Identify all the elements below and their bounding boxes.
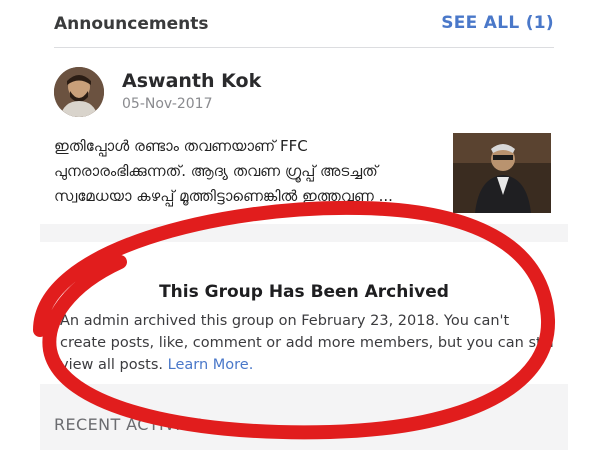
avatar[interactable]	[54, 67, 104, 117]
post-text-line: സ്വമേധയാ കഴപ്പ് മൂത്തിട്ടാണെങ്കിൽ ഇത്തവണ…	[54, 187, 393, 205]
post-text[interactable]: ഇതിപ്പോൾ രണ്ടാം തവണയാണ് FFC പുനരാരംഭിക്ക…	[54, 134, 449, 209]
app-screen: Announcements SEE ALL (1) Aswanth Kok 05…	[40, 0, 568, 450]
archive-notice-card: This Group Has Been Archived An admin ar…	[40, 242, 568, 384]
see-all-button[interactable]: SEE ALL (1)	[441, 13, 554, 33]
post-author-name[interactable]: Aswanth Kok	[122, 70, 261, 92]
post-text-line: പുനരാരംഭിക്കുന്നത്. ആദ്യ തവണ ഗ്രൂപ്പ് അട…	[54, 162, 378, 180]
header-divider	[54, 47, 554, 48]
recent-activity-header: RECENT ACTIVITY	[54, 415, 201, 434]
post-text-line: ഇതിപ്പോൾ രണ്ടാം തവണയാണ് FFC	[54, 137, 308, 155]
archive-notice-text: An admin archived this group on February…	[60, 313, 554, 373]
learn-more-link[interactable]: Learn More.	[168, 357, 254, 373]
archive-notice-body: An admin archived this group on February…	[60, 310, 556, 376]
post-image-thumbnail[interactable]	[453, 133, 551, 213]
announcements-card: Announcements SEE ALL (1) Aswanth Kok 05…	[40, 0, 568, 224]
announcements-title: Announcements	[54, 14, 209, 34]
post-date: 05-Nov-2017	[122, 96, 213, 112]
archive-notice-title: This Group Has Been Archived	[159, 282, 449, 302]
